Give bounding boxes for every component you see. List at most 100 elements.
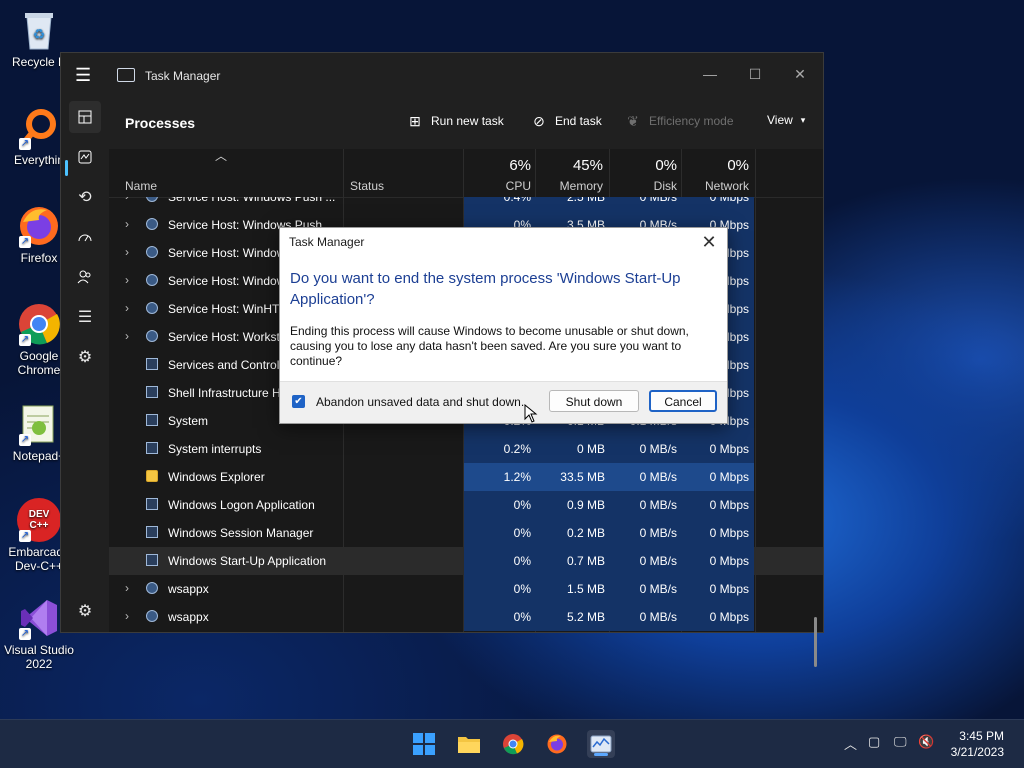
process-cpu: 0%	[513, 498, 531, 512]
process-name: Windows Session Manager	[168, 526, 314, 540]
process-cpu: 0%	[513, 526, 531, 540]
process-name: Windows Start-Up Application	[168, 554, 327, 568]
process-disk: 0 MB/s	[639, 582, 677, 596]
app-window-icon	[146, 498, 158, 510]
process-row[interactable]: › wsappx 0% 5.2 MB 0 MB/s 0 Mbps	[109, 603, 823, 631]
service-gear-icon	[146, 197, 158, 202]
process-network: 0 Mbps	[709, 526, 749, 540]
view-button[interactable]: View ▾	[767, 113, 805, 127]
mouse-cursor-icon	[524, 404, 538, 423]
process-row[interactable]: › Service Host: Windows Push ... 0.4% 2.5 M…	[109, 197, 823, 211]
volume-muted-icon[interactable]: 🔇	[918, 734, 934, 750]
nav-performance-icon[interactable]	[69, 141, 101, 173]
app-window-icon	[146, 358, 158, 370]
end-task-button[interactable]: ⊘ End task	[531, 113, 602, 129]
expand-chevron-icon[interactable]: ›	[125, 581, 129, 595]
column-cpu[interactable]: CPU	[465, 179, 531, 193]
nav-users-icon[interactable]	[69, 261, 101, 293]
desktop-icon-label: Visual Studio	[4, 643, 74, 657]
dialog-close-icon[interactable]: ✕	[697, 230, 721, 254]
process-cpu: 0%	[513, 582, 531, 596]
process-row[interactable]: › wsappx 0% 1.5 MB 0 MB/s 0 Mbps	[109, 575, 823, 603]
firefox-icon	[547, 734, 567, 754]
shortcut-arrow-icon: ↗	[19, 138, 31, 150]
process-row[interactable]: Windows Explorer 1.2% 33.5 MB 0 MB/s 0 Mbps	[109, 463, 823, 491]
column-disk[interactable]: Disk	[611, 179, 677, 193]
close-button[interactable]: ✕	[785, 61, 815, 87]
nav-services-icon[interactable]: ⚙	[69, 341, 101, 373]
end-process-dialog: Task Manager ✕ Do you want to end the sy…	[279, 227, 728, 424]
efficiency-mode-button[interactable]: ❦ Efficiency mode	[625, 113, 733, 129]
expand-chevron-icon[interactable]: ›	[125, 273, 129, 287]
taskbar-file-explorer[interactable]	[455, 730, 483, 758]
column-status[interactable]: Status	[350, 179, 384, 193]
expand-chevron-icon[interactable]: ›	[125, 609, 129, 623]
run-new-task-icon: ⊞	[409, 113, 421, 129]
column-name[interactable]: Name	[125, 179, 157, 193]
start-button[interactable]	[410, 730, 438, 758]
nav-settings-icon[interactable]: ⚙	[69, 595, 101, 627]
title-bar[interactable]: ☰ Task Manager — ☐ ✕	[61, 53, 823, 97]
abandon-data-label[interactable]: Abandon unsaved data and shut down.	[316, 395, 524, 409]
chevron-up-icon[interactable]: ︿	[844, 734, 857, 753]
nav-app-history-icon[interactable]: ⟲	[69, 181, 101, 213]
dialog-heading: Do you want to end the system process 'W…	[290, 270, 681, 308]
process-row[interactable]: Windows Logon Application 0% 0.9 MB 0 MB/s 0…	[109, 491, 823, 519]
process-row[interactable]: Windows Start-Up Application 0% 0.7 MB 0 MB…	[109, 547, 823, 575]
process-memory: 0.9 MB	[566, 498, 605, 512]
service-gear-icon	[146, 302, 158, 314]
process-name: Windows Explorer	[168, 470, 265, 484]
leaf-icon: ❦	[627, 113, 639, 129]
nav-details-icon[interactable]: ☰	[69, 301, 101, 333]
process-row[interactable]: Windows Session Manager 0% 0.2 MB 0 MB/s 0 M…	[109, 519, 823, 547]
taskbar-firefox[interactable]	[543, 730, 571, 758]
abandon-data-checkbox[interactable]: ✔	[292, 395, 305, 408]
process-cpu: 0%	[513, 554, 531, 568]
run-new-task-button[interactable]: ⊞ Run new task	[407, 113, 504, 129]
chevron-down-icon: ▾	[800, 114, 806, 125]
service-gear-icon	[146, 274, 158, 286]
nav-processes-icon[interactable]	[69, 101, 101, 133]
firefox-icon: ↗	[17, 204, 61, 248]
hamburger-menu-icon[interactable]: ☰	[75, 66, 95, 84]
sort-up-icon[interactable]: ︿	[215, 147, 227, 164]
nav-startup-apps-icon[interactable]	[69, 221, 101, 253]
svg-text:♻: ♻	[33, 26, 46, 42]
taskbar-chrome[interactable]	[499, 730, 527, 758]
cancel-button[interactable]: Cancel	[649, 390, 717, 412]
shortcut-arrow-icon: ↗	[19, 628, 31, 640]
expand-chevron-icon[interactable]: ›	[125, 301, 129, 315]
folder-icon	[146, 470, 158, 482]
vertical-scrollbar[interactable]	[814, 617, 817, 667]
expand-chevron-icon[interactable]: ›	[125, 329, 129, 343]
process-memory: 2.5 MB	[566, 197, 605, 204]
column-network[interactable]: Network	[683, 179, 749, 193]
view-label: View	[767, 113, 793, 127]
shut-down-button[interactable]: Shut down	[549, 390, 639, 412]
expand-chevron-icon[interactable]: ›	[125, 197, 129, 203]
expand-chevron-icon[interactable]: ›	[125, 245, 129, 259]
dialog-footer: ✔ Abandon unsaved data and shut down. Sh…	[280, 381, 727, 423]
toolbar: Processes ⊞ Run new task ⊘ End task ❦ Ef…	[109, 97, 823, 149]
desktop-icon-label-2: 2022	[25, 657, 53, 671]
clock[interactable]: 3:45 PM 3/21/2023	[951, 728, 1004, 760]
app-window-icon	[146, 526, 158, 538]
tray-app-icon[interactable]: ▢	[868, 734, 880, 750]
window-title: Task Manager	[145, 69, 221, 83]
process-row[interactable]: System interrupts 0.2% 0 MB 0 MB/s 0 Mbps	[109, 435, 823, 463]
maximize-button[interactable]: ☐	[740, 61, 770, 87]
network-icon[interactable]: 🖵	[894, 734, 907, 750]
chrome-icon: ↗	[17, 302, 61, 346]
column-memory[interactable]: Memory	[537, 179, 603, 193]
process-network: 0 Mbps	[709, 442, 749, 456]
service-gear-icon	[146, 330, 158, 342]
expand-chevron-icon[interactable]: ›	[125, 217, 129, 231]
task-manager-icon	[590, 735, 612, 753]
task-manager-app-icon	[117, 68, 135, 82]
process-cpu: 1.2%	[503, 470, 531, 484]
taskbar-task-manager[interactable]	[587, 730, 615, 758]
process-memory: 0.2 MB	[566, 526, 605, 540]
process-memory: 0 MB	[576, 442, 605, 456]
process-memory: 1.5 MB	[566, 582, 605, 596]
minimize-button[interactable]: —	[695, 61, 725, 87]
